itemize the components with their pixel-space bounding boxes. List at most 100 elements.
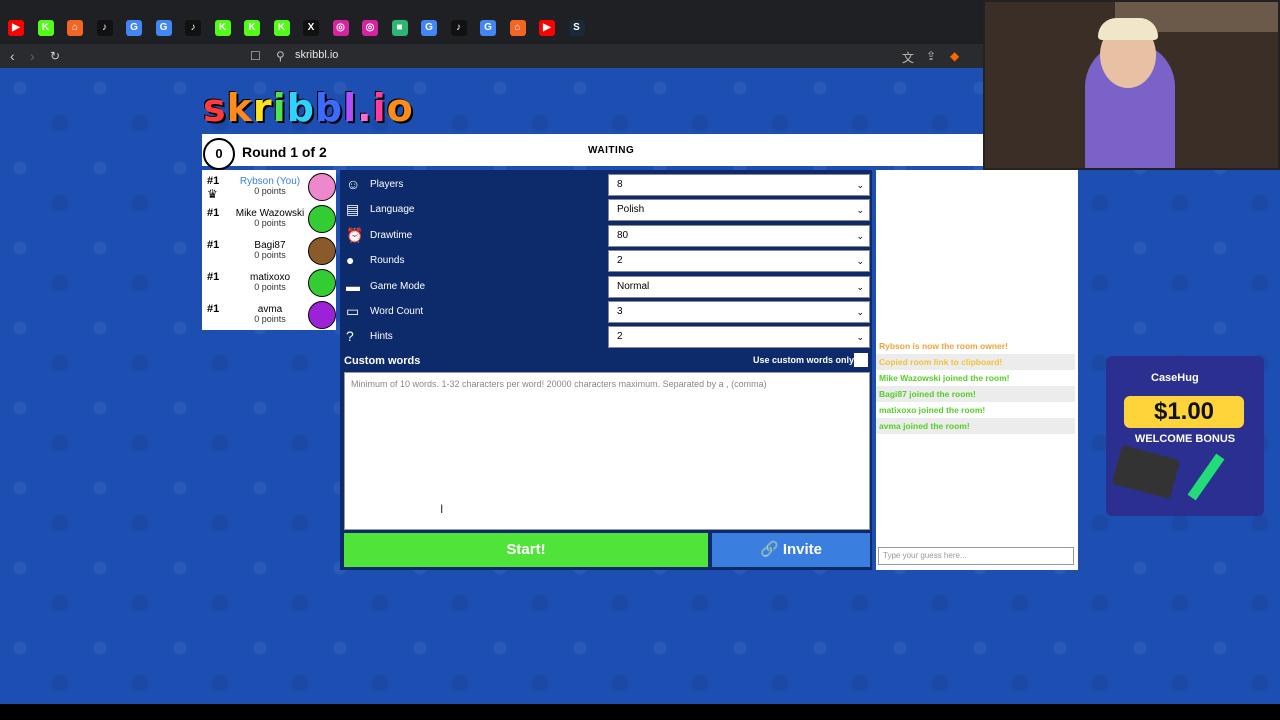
- x-icon[interactable]: X: [303, 20, 319, 36]
- kick-icon[interactable]: K: [214, 20, 231, 36]
- setting-select[interactable]: Polish ⌄: [608, 199, 870, 222]
- logo-letter: i: [372, 86, 387, 130]
- logo-letter: b: [286, 86, 315, 130]
- language-icon: ▤: [346, 201, 360, 218]
- chevron-down-icon: ⌄: [856, 230, 864, 241]
- setting-label: Word Count: [370, 306, 424, 317]
- custom-words-textarea[interactable]: Minimum of 10 words. 1-32 characters per…: [344, 372, 870, 530]
- google-icon[interactable]: G: [155, 20, 172, 36]
- youtube-icon[interactable]: ▶: [539, 20, 555, 36]
- setting-select[interactable]: 2 ⌄: [608, 326, 870, 349]
- avatar: [308, 205, 336, 233]
- chat-panel: Rybson is now the room owner! Copied room…: [876, 170, 1078, 570]
- forward-icon[interactable]: ›: [30, 48, 35, 64]
- player-rank: #1: [207, 175, 220, 187]
- brave-shield-icon[interactable]: ◆: [950, 49, 959, 63]
- chat-messages: Rybson is now the room owner! Copied room…: [876, 338, 1078, 434]
- app-icon[interactable]: ■: [391, 20, 408, 36]
- invite-button[interactable]: 🔗 Invite: [712, 533, 870, 567]
- setting-select[interactable]: Normal ⌄: [608, 275, 870, 298]
- player-row[interactable]: #1 avma 0 points: [202, 298, 336, 330]
- setting-value: Polish: [617, 204, 645, 216]
- hint-icon: ?: [346, 328, 354, 345]
- pistol-icon: [1111, 444, 1181, 500]
- setting-select[interactable]: 80 ⌄: [608, 224, 870, 247]
- casehug-ad[interactable]: CaseHug $1.00 WELCOME BONUS: [1106, 356, 1264, 516]
- logo-letter: b: [314, 86, 344, 130]
- kick-icon[interactable]: K: [37, 20, 54, 36]
- avatar: [308, 301, 336, 329]
- player-rank: #1: [207, 303, 220, 315]
- kick-icon[interactable]: K: [244, 20, 260, 36]
- setting-label: Language: [370, 204, 415, 216]
- site-info-icon[interactable]: ⚲: [276, 49, 285, 63]
- google-icon[interactable]: G: [421, 20, 437, 36]
- setting-value: 8: [617, 179, 623, 190]
- player-points: 0 points: [254, 314, 286, 324]
- google-icon[interactable]: G: [480, 20, 496, 36]
- chat-message: Mike Wazowski joined the room!: [879, 373, 1010, 383]
- round-indicator: Round 1 of 2: [242, 144, 327, 160]
- gamemode-icon: ▬: [346, 277, 360, 294]
- avatar: [308, 237, 336, 265]
- logo-letter: l: [343, 86, 358, 130]
- player-row[interactable]: #1 matixoxo 0 points: [202, 266, 336, 298]
- youtube-icon[interactable]: ▶: [8, 20, 24, 36]
- player-row[interactable]: #1 Bagi87 0 points: [202, 234, 336, 266]
- start-button[interactable]: Start!: [344, 533, 708, 567]
- chat-message: Bagi87 joined the room!: [876, 386, 1075, 402]
- home-icon[interactable]: ⌂: [509, 20, 526, 36]
- custom-words-only-checkbox[interactable]: [854, 353, 868, 367]
- logo-letter: k: [226, 86, 253, 130]
- player-row[interactable]: #1 Rybson (You) 0 points ♛: [202, 170, 336, 202]
- chat-message: avma joined the room!: [876, 418, 1075, 434]
- player-points: 0 points: [254, 250, 286, 260]
- setting-select[interactable]: 8 ⌄: [608, 174, 870, 196]
- custom-words-title: Custom words: [344, 355, 421, 367]
- home-icon[interactable]: ⌂: [67, 20, 83, 36]
- player-rank: #1: [207, 207, 220, 219]
- tiktok-icon[interactable]: ♪: [450, 20, 467, 36]
- invite-label: Invite: [782, 541, 823, 558]
- steam-icon[interactable]: S: [568, 20, 585, 36]
- bottom-bar: [0, 704, 1280, 720]
- tiktok-icon[interactable]: ♪: [185, 20, 201, 36]
- setting-row-drawtime: ⏰ Drawtime 80 ⌄: [340, 224, 872, 248]
- back-icon[interactable]: ‹: [10, 48, 15, 64]
- setting-row-game-mode: ▬ Game Mode Normal ⌄: [340, 275, 872, 299]
- setting-select[interactable]: 3 ⌄: [608, 301, 870, 323]
- guess-input[interactable]: Type your guess here...: [878, 547, 1074, 565]
- instagram-icon[interactable]: ◎: [332, 20, 349, 36]
- player-list: #1 Rybson (You) 0 points ♛ #1 Mike Wazowski 0 …: [202, 170, 336, 330]
- setting-row-hints: ? Hints 2 ⌄: [340, 325, 872, 349]
- translate-icon[interactable]: 文: [902, 49, 914, 66]
- setting-label: Game Mode: [370, 280, 426, 292]
- logo-letter: r: [252, 86, 273, 130]
- instagram-icon[interactable]: ◎: [362, 20, 378, 36]
- bookmark-icon[interactable]: ☐: [250, 49, 261, 63]
- chevron-down-icon: ⌄: [856, 256, 864, 267]
- setting-row-players: ☺ Players 8 ⌄: [340, 173, 872, 197]
- kick-icon[interactable]: K: [273, 20, 290, 36]
- skribbl-logo: skribbl.io: [203, 86, 414, 130]
- setting-label: Players: [370, 179, 404, 190]
- knife-icon: [1187, 453, 1225, 501]
- setting-value: 3: [617, 306, 623, 317]
- chevron-down-icon: ⌄: [856, 180, 864, 190]
- address-bar[interactable]: skribbl.io: [295, 49, 338, 61]
- setting-value: 2: [617, 255, 623, 267]
- wordcount-icon: ▭: [346, 303, 360, 319]
- setting-select[interactable]: 2 ⌄: [608, 250, 870, 273]
- player-points: 0 points: [254, 282, 286, 292]
- player-row[interactable]: #1 Mike Wazowski 0 points: [202, 202, 336, 234]
- setting-label: Rounds: [370, 255, 405, 267]
- setting-value: 80: [617, 229, 629, 241]
- chat-message: Rybson is now the room owner!: [879, 341, 1008, 351]
- text-cursor-icon: I: [440, 502, 444, 516]
- tiktok-icon[interactable]: ♪: [96, 20, 113, 36]
- reload-icon[interactable]: ↻: [50, 49, 60, 63]
- share-icon[interactable]: ⇪: [926, 49, 936, 63]
- google-icon[interactable]: G: [126, 20, 142, 36]
- timer-clock-icon: 0: [203, 138, 235, 170]
- player-points: 0 points: [254, 218, 286, 228]
